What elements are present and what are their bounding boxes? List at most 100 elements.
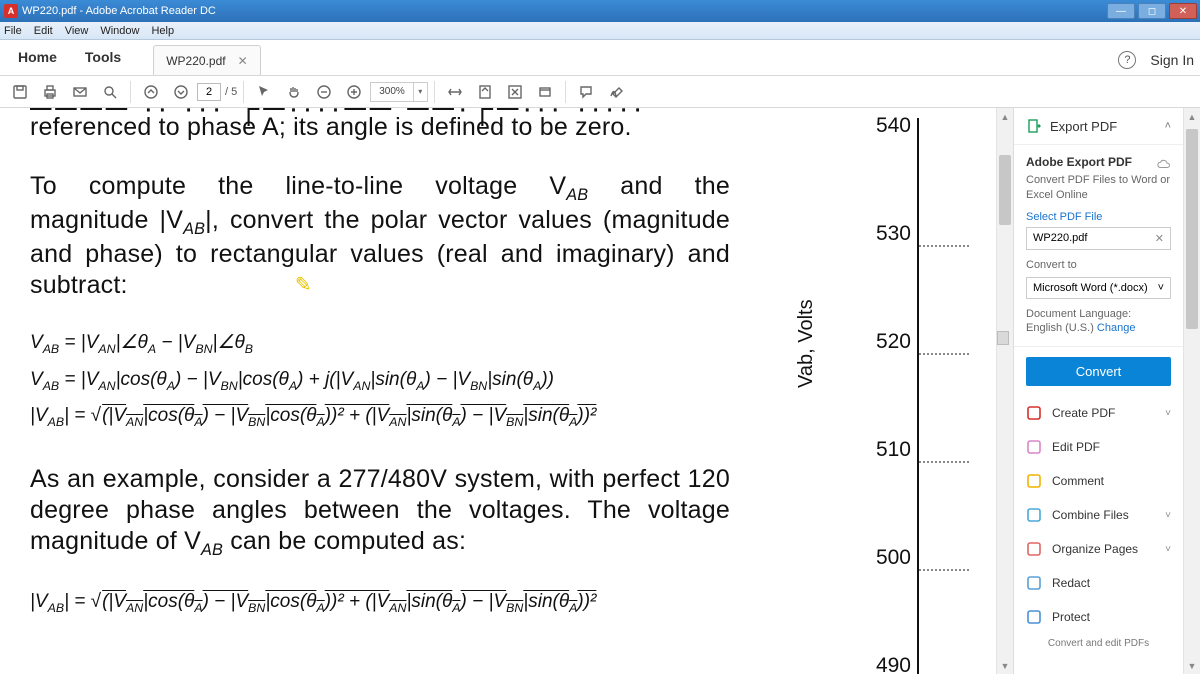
tool-item-edit-pdf[interactable]: Edit PDF <box>1014 430 1183 464</box>
document-scrollbar[interactable]: ▲ ▼ <box>996 108 1013 674</box>
export-pdf-icon <box>1026 118 1042 134</box>
zoom-dropdown-icon[interactable]: ▾ <box>413 83 427 101</box>
tool-icon <box>1026 609 1042 625</box>
sign-tool-icon[interactable] <box>602 79 630 105</box>
read-mode-icon[interactable] <box>531 79 559 105</box>
window-titlebar: A WP220.pdf - Adobe Acrobat Reader DC — … <box>0 0 1200 22</box>
select-tool-icon[interactable] <box>250 79 278 105</box>
tool-item-comment[interactable]: Comment <box>1014 464 1183 498</box>
cloud-icon <box>1157 157 1171 171</box>
tool-item-redact[interactable]: Redact <box>1014 566 1183 600</box>
chevron-down-icon: ˅ <box>1165 510 1171 521</box>
tool-item-organize-pages[interactable]: Organize Pages˅ <box>1014 532 1183 566</box>
clear-file-icon[interactable]: ✕ <box>1155 232 1164 245</box>
convert-target-label: Microsoft Word (*.docx) <box>1033 282 1148 294</box>
zoom-level-label: 300% <box>371 86 413 97</box>
export-desc: Convert PDF Files to Word or Excel Onlin… <box>1026 173 1171 203</box>
chart-tick: 540 <box>876 114 911 138</box>
page-current-input[interactable] <box>197 83 221 101</box>
export-pdf-header[interactable]: Export PDF ˄ <box>1014 108 1183 145</box>
email-icon[interactable] <box>66 79 94 105</box>
scroll-thumb[interactable] <box>999 155 1011 225</box>
close-tab-icon[interactable]: ✕ <box>238 54 248 68</box>
convert-target-select[interactable]: Microsoft Word (*.docx) ˅ <box>1026 277 1171 299</box>
menu-edit[interactable]: Edit <box>34 25 53 37</box>
page-up-icon[interactable] <box>137 79 165 105</box>
search-icon[interactable] <box>96 79 124 105</box>
scroll-down-arrow[interactable]: ▼ <box>997 657 1013 674</box>
menu-help[interactable]: Help <box>151 25 174 37</box>
convert-button[interactable]: Convert <box>1026 357 1171 386</box>
chart-gridline <box>919 666 969 667</box>
right-scroll-thumb[interactable] <box>1186 129 1198 329</box>
convert-to-label: Convert to <box>1026 258 1171 273</box>
page-down-icon[interactable] <box>167 79 195 105</box>
page-number-box: / 5 <box>197 83 237 101</box>
document-tab[interactable]: WP220.pdf ✕ <box>153 45 260 75</box>
scroll-up-arrow[interactable]: ▲ <box>997 108 1013 125</box>
chart-gridline <box>919 342 969 343</box>
doc-language-value: English (U.S.) <box>1026 322 1094 334</box>
tab-tools[interactable]: Tools <box>71 40 135 75</box>
fit-width-icon[interactable] <box>441 79 469 105</box>
minimize-button[interactable]: — <box>1107 3 1135 19</box>
menu-file[interactable]: File <box>4 25 22 37</box>
maximize-button[interactable]: ◻ <box>1138 3 1166 19</box>
chart-gridline <box>919 450 969 451</box>
menubar: File Edit View Window Help <box>0 22 1200 40</box>
print-icon[interactable] <box>36 79 64 105</box>
zoom-out-icon[interactable] <box>310 79 338 105</box>
change-language-link[interactable]: Change <box>1097 322 1136 334</box>
fullscreen-icon[interactable] <box>501 79 529 105</box>
chart-tick: 530 <box>876 222 911 246</box>
equation-row-2: VAB = |VAN|cos(θA) − |VBN|cos(θA) + j(|V… <box>30 362 730 398</box>
document-viewport[interactable]: ──── ·· ··· ┌─····── ──·┌─··· ····· ─── … <box>0 108 1013 674</box>
close-window-button[interactable]: ✕ <box>1169 3 1197 19</box>
comment-tool-icon[interactable] <box>572 79 600 105</box>
scroll-track[interactable] <box>997 125 1013 657</box>
chart-tick: 490 <box>876 654 911 674</box>
truncated-line: ──── ·· ··· ┌─····── ──·┌─··· ····· ─── … <box>30 108 730 126</box>
tab-home[interactable]: Home <box>4 40 71 75</box>
menu-window[interactable]: Window <box>100 25 139 37</box>
menu-view[interactable]: View <box>65 25 89 37</box>
toolbar: / 5 300% ▾ <box>0 76 1200 108</box>
save-icon[interactable] <box>6 79 34 105</box>
sign-in-link[interactable]: Sign In <box>1150 52 1194 68</box>
chart-fragment: Vab, Volts 540530520510500490 <box>813 108 983 674</box>
pencil-annotation-icon[interactable]: ✎ <box>295 274 312 296</box>
help-icon[interactable]: ? <box>1118 51 1136 69</box>
chart-tick: 520 <box>876 330 911 354</box>
equation-row-1: VAB = |VAN|∠θA − |VBN|∠θB <box>30 325 730 361</box>
tool-label: Protect <box>1052 610 1090 624</box>
tool-label: Edit PDF <box>1052 440 1100 454</box>
tool-icon <box>1026 541 1042 557</box>
select-pdf-file-link[interactable]: Select PDF File <box>1026 211 1171 223</box>
selected-file-box[interactable]: WP220.pdf ✕ <box>1026 227 1171 250</box>
cutoff-text: Convert and edit PDFs <box>1014 634 1183 653</box>
chart-axis <box>917 118 919 674</box>
chart-tick: 500 <box>876 546 911 570</box>
tool-label: Redact <box>1052 576 1090 590</box>
tool-icon <box>1026 507 1042 523</box>
chart-tick: 510 <box>876 438 911 462</box>
equation-row-4: |VAB| = √(|VAN|cos(θA) − |VBN|cos(θA))² … <box>30 584 730 620</box>
scroll-split-handle[interactable] <box>997 331 1009 345</box>
tool-label: Comment <box>1052 474 1104 488</box>
tool-item-combine-files[interactable]: Combine Files ˅ <box>1014 498 1183 532</box>
tool-icon <box>1026 575 1042 591</box>
zoom-in-icon[interactable] <box>340 79 368 105</box>
hand-tool-icon[interactable] <box>280 79 308 105</box>
tool-item-create-pdf[interactable]: Create PDF˅ <box>1014 396 1183 430</box>
document-tab-label: WP220.pdf <box>166 54 225 68</box>
tool-label: Combine Files <box>1052 508 1129 522</box>
tool-item-protect[interactable]: Protect <box>1014 600 1183 634</box>
fit-page-icon[interactable] <box>471 79 499 105</box>
export-pdf-label: Export PDF <box>1050 119 1117 134</box>
chevron-up-icon: ˄ <box>1165 120 1171 132</box>
tabs-row: Home Tools WP220.pdf ✕ ? Sign In <box>0 40 1200 76</box>
zoom-level-box[interactable]: 300% ▾ <box>370 82 428 102</box>
right-pane-scrollbar[interactable]: ▲ ▼ <box>1183 108 1200 674</box>
doc-language-label: Document Language: <box>1026 307 1171 322</box>
tool-icon <box>1026 405 1042 421</box>
